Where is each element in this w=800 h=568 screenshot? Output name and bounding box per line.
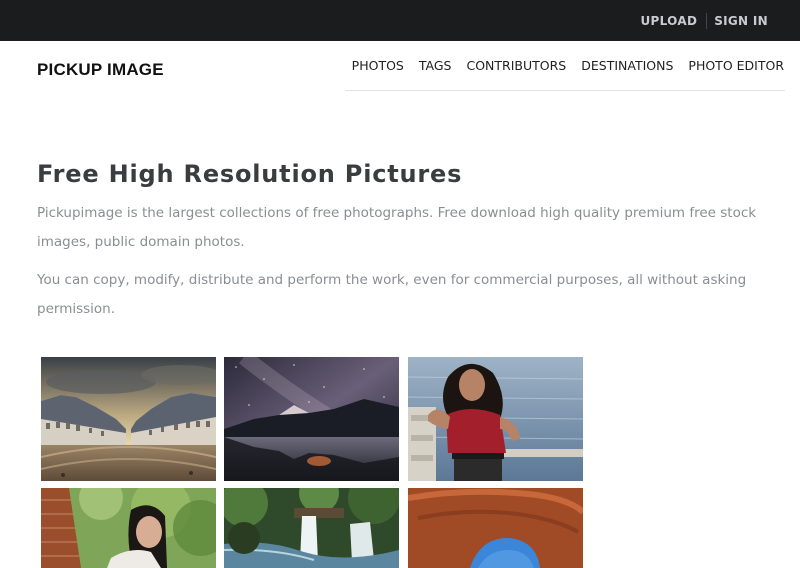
photo-thumbnail-woman-portrait[interactable] bbox=[41, 488, 216, 568]
nav-divider bbox=[345, 90, 785, 91]
sign-in-link[interactable]: SIGN IN bbox=[714, 14, 768, 28]
upload-link[interactable]: UPLOAD bbox=[641, 14, 698, 28]
divider bbox=[706, 12, 708, 29]
photo-thumbnail-waterfall[interactable] bbox=[224, 488, 399, 568]
nav-contributors[interactable]: CONTRIBUTORS bbox=[466, 58, 566, 73]
site-logo[interactable]: PICKUP IMAGE bbox=[37, 60, 164, 80]
photo-thumbnail-woman-red-shirt[interactable] bbox=[408, 357, 583, 481]
main-nav: PHOTOS TAGS CONTRIBUTORS DESTINATIONS PH… bbox=[337, 58, 784, 73]
intro-text: Pickupimage is the largest collections o… bbox=[37, 205, 757, 250]
top-bar: UPLOAD SIGN IN bbox=[0, 0, 800, 41]
nav-destinations[interactable]: DESTINATIONS bbox=[581, 58, 673, 73]
page-title: Free High Resolution Pictures bbox=[37, 160, 463, 188]
photo-thumbnail-town-square[interactable] bbox=[41, 357, 216, 481]
nav-photos[interactable]: PHOTOS bbox=[352, 58, 404, 73]
photo-thumbnail-rock-arch[interactable] bbox=[408, 488, 583, 568]
photo-thumbnail-milky-way[interactable] bbox=[224, 357, 399, 481]
account-links: UPLOAD SIGN IN bbox=[641, 0, 768, 41]
nav-tags[interactable]: TAGS bbox=[419, 58, 452, 73]
license-text: You can copy, modify, distribute and per… bbox=[37, 272, 747, 317]
nav-photo-editor[interactable]: PHOTO EDITOR bbox=[688, 58, 784, 73]
site-header: PICKUP IMAGE PHOTOS TAGS CONTRIBUTORS DE… bbox=[0, 41, 800, 91]
